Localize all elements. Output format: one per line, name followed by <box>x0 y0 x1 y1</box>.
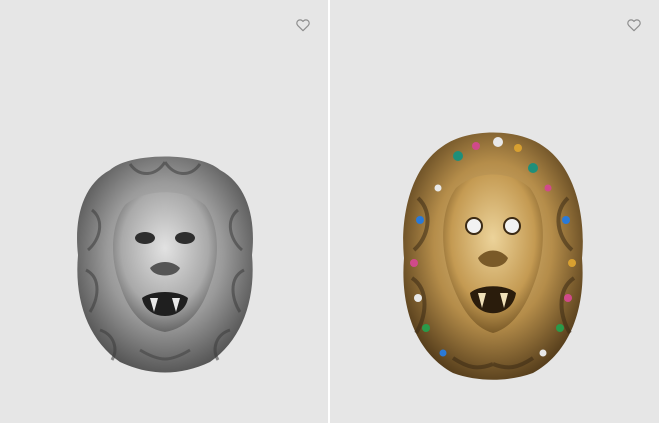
product-card-gold[interactable] <box>330 0 659 423</box>
product-image-silver-lion-ring[interactable] <box>70 150 260 375</box>
wishlist-button[interactable] <box>624 15 644 35</box>
product-card-silver[interactable] <box>0 0 328 423</box>
heart-outline-icon <box>627 19 641 32</box>
heart-outline-icon <box>296 19 310 32</box>
product-grid <box>0 0 659 423</box>
product-image-gold-lion-ring[interactable] <box>398 128 588 380</box>
wishlist-button[interactable] <box>293 15 313 35</box>
